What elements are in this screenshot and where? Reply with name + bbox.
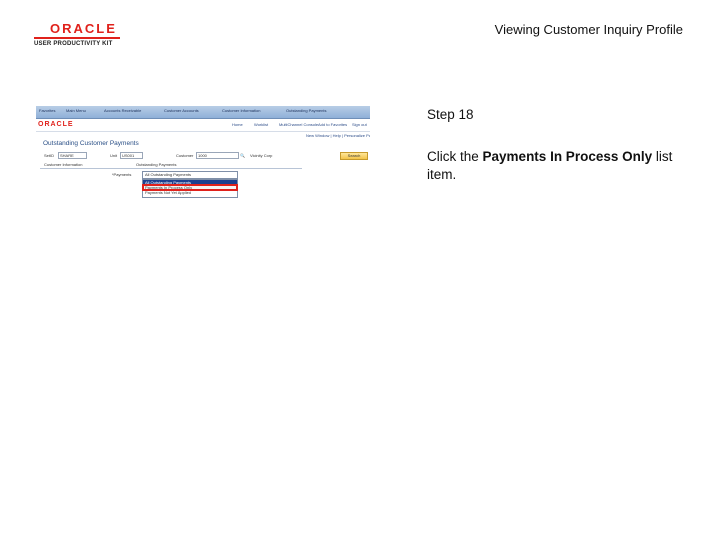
logo-wordmark: ORACLE xyxy=(50,21,117,36)
tab-customer-information[interactable]: Customer Information xyxy=(44,162,82,167)
app-header: ORACLE Home Worklist MultiChannel Consol… xyxy=(36,119,370,131)
breadcrumb-bar: Favorites Main Menu Accounts Receivable … xyxy=(36,106,370,119)
option-payments-not-applied[interactable]: Payments Not Yet Applied xyxy=(143,190,237,195)
logo-rule xyxy=(34,37,120,39)
crumb-customer-information[interactable]: Customer Information xyxy=(222,108,260,114)
instruction-target: Payments In Process Only xyxy=(482,149,653,164)
customer-name: Vicinity Corp xyxy=(250,153,273,158)
crumb-outstanding-payments[interactable]: Outstanding Payments xyxy=(286,108,326,114)
search-button[interactable]: Search xyxy=(340,152,368,160)
instruction-prefix: Click the xyxy=(427,149,483,164)
header-link-add-favorites[interactable]: Add to Favorites xyxy=(318,122,347,127)
crumb-favorites[interactable]: Favorites xyxy=(39,108,55,114)
setid-label: SetID xyxy=(44,153,55,158)
oracle-upk-logo: ORACLE USER PRODUCTIVITY KIT xyxy=(34,22,129,48)
logo-subtitle: USER PRODUCTIVITY KIT xyxy=(34,41,113,47)
page-title: Viewing Customer Inquiry Profile xyxy=(494,22,683,37)
step-instruction: Click the Payments In Process Only list … xyxy=(427,148,677,184)
application-screenshot: Favorites Main Menu Accounts Receivable … xyxy=(36,106,370,198)
header-link-worklist[interactable]: Worklist xyxy=(254,122,268,127)
header-link-sign-out[interactable]: Sign out xyxy=(352,122,367,127)
app-logo: ORACLE xyxy=(38,121,74,128)
payments-dropdown-list: All Outstanding Payments Payments In Pro… xyxy=(142,179,238,198)
crumb-accounts-receivable[interactable]: Accounts Receivable xyxy=(104,108,141,114)
customer-field[interactable]: 1000 xyxy=(196,152,239,159)
payments-dropdown[interactable]: All Outstanding Payments xyxy=(142,171,238,179)
tab-divider xyxy=(40,168,302,169)
unit-label: Unit xyxy=(110,153,118,158)
header-link-home[interactable]: Home xyxy=(232,122,243,127)
payments-label: *Payments xyxy=(112,172,132,177)
crumb-main-menu[interactable]: Main Menu xyxy=(66,108,86,114)
unit-field[interactable]: US001 xyxy=(120,152,143,159)
customer-label: Customer xyxy=(176,153,194,158)
header-link-multichannel[interactable]: MultiChannel Console xyxy=(279,122,318,127)
step-number: Step 18 xyxy=(427,107,474,122)
tab-outstanding-payments[interactable]: Outstanding Payments xyxy=(136,162,176,167)
lookup-icon[interactable]: 🔍 xyxy=(240,153,245,158)
page-heading: Outstanding Customer Payments xyxy=(43,140,139,147)
header-divider xyxy=(36,131,370,132)
setid-field[interactable]: SHARE xyxy=(58,152,87,159)
crumb-customer-accounts[interactable]: Customer Accounts xyxy=(164,108,199,114)
page-toolbar[interactable]: New Window | Help | Personalize Page xyxy=(306,133,370,139)
